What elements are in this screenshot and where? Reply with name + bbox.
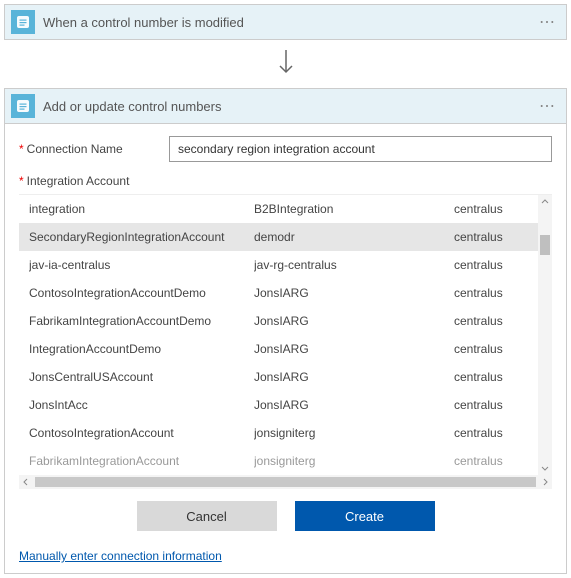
account-name: integration <box>29 202 254 216</box>
account-name: jav-ia-centralus <box>29 258 254 272</box>
connection-name-input[interactable] <box>169 136 552 162</box>
connection-name-label: Connection Name <box>19 142 169 156</box>
action-body: Connection Name Integration Account inte… <box>5 123 566 549</box>
cancel-button[interactable]: Cancel <box>137 501 277 531</box>
more-icon[interactable]: ⋯ <box>539 12 556 32</box>
account-name: SecondaryRegionIntegrationAccount <box>29 230 254 244</box>
table-row[interactable]: jav-ia-centralusjav-rg-centraluscentralu… <box>19 251 552 279</box>
integration-account-row: Integration Account <box>19 174 552 188</box>
table-row[interactable]: SecondaryRegionIntegrationAccountdemodrc… <box>19 223 552 251</box>
region: centralus <box>454 202 542 216</box>
trigger-title: When a control number is modified <box>43 15 539 30</box>
account-name: FabrikamIntegrationAccountDemo <box>29 314 254 328</box>
table-row[interactable]: ContosoIntegrationAccountjonsignitergcen… <box>19 419 552 447</box>
integration-account-list: integrationB2BIntegrationcentralusSecond… <box>19 194 552 475</box>
resource-group: demodr <box>254 230 454 244</box>
region: centralus <box>454 342 542 356</box>
resource-group: jonsigniterg <box>254 454 454 468</box>
connector-arrow <box>0 44 571 84</box>
action-card: Add or update control numbers ⋯ Connecti… <box>4 88 567 574</box>
region: centralus <box>454 426 542 440</box>
account-name: FabrikamIntegrationAccount <box>29 454 254 468</box>
horizontal-scrollbar[interactable] <box>19 475 552 489</box>
trigger-header[interactable]: When a control number is modified ⋯ <box>5 5 566 39</box>
region: centralus <box>454 286 542 300</box>
action-header[interactable]: Add or update control numbers ⋯ <box>5 89 566 123</box>
account-name: JonsIntAcc <box>29 398 254 412</box>
account-name: IntegrationAccountDemo <box>29 342 254 356</box>
resource-group: jonsigniterg <box>254 426 454 440</box>
action-title: Add or update control numbers <box>43 99 539 114</box>
button-row: Cancel Create <box>19 489 552 541</box>
resource-group: B2BIntegration <box>254 202 454 216</box>
scroll-down-icon[interactable] <box>538 461 552 475</box>
region: centralus <box>454 370 542 384</box>
trigger-card: When a control number is modified ⋯ <box>4 4 567 40</box>
create-button[interactable]: Create <box>295 501 435 531</box>
account-name: JonsCentralUSAccount <box>29 370 254 384</box>
table-row[interactable]: JonsCentralUSAccountJonsIARGcentralus <box>19 363 552 391</box>
resource-group: JonsIARG <box>254 370 454 384</box>
table-row[interactable]: JonsIntAccJonsIARGcentralus <box>19 391 552 419</box>
scroll-up-icon[interactable] <box>538 195 552 209</box>
more-icon[interactable]: ⋯ <box>539 96 556 116</box>
account-name: ContosoIntegrationAccount <box>29 426 254 440</box>
table-row[interactable]: integrationB2BIntegrationcentralus <box>19 195 552 223</box>
table-row[interactable]: FabrikamIntegrationAccountjonsignitergce… <box>19 447 552 475</box>
table-row[interactable]: FabrikamIntegrationAccountDemoJonsIARGce… <box>19 307 552 335</box>
scrollbar-thumb[interactable] <box>35 477 536 487</box>
scroll-right-icon[interactable] <box>538 475 552 489</box>
resource-group: JonsIARG <box>254 398 454 412</box>
resource-group: jav-rg-centralus <box>254 258 454 272</box>
resource-group: JonsIARG <box>254 314 454 328</box>
scrollbar-thumb[interactable] <box>540 235 550 255</box>
region: centralus <box>454 314 542 328</box>
region: centralus <box>454 454 542 468</box>
connection-name-row: Connection Name <box>19 136 552 162</box>
resource-group: JonsIARG <box>254 342 454 356</box>
resource-group: JonsIARG <box>254 286 454 300</box>
scroll-left-icon[interactable] <box>19 475 33 489</box>
integration-account-icon <box>11 94 35 118</box>
account-name: ContosoIntegrationAccountDemo <box>29 286 254 300</box>
table-row[interactable]: ContosoIntegrationAccountDemoJonsIARGcen… <box>19 279 552 307</box>
region: centralus <box>454 230 542 244</box>
integration-account-label: Integration Account <box>19 174 169 188</box>
table-row[interactable]: IntegrationAccountDemoJonsIARGcentralus <box>19 335 552 363</box>
vertical-scrollbar[interactable] <box>538 195 552 475</box>
integration-account-icon <box>11 10 35 34</box>
region: centralus <box>454 398 542 412</box>
region: centralus <box>454 258 542 272</box>
